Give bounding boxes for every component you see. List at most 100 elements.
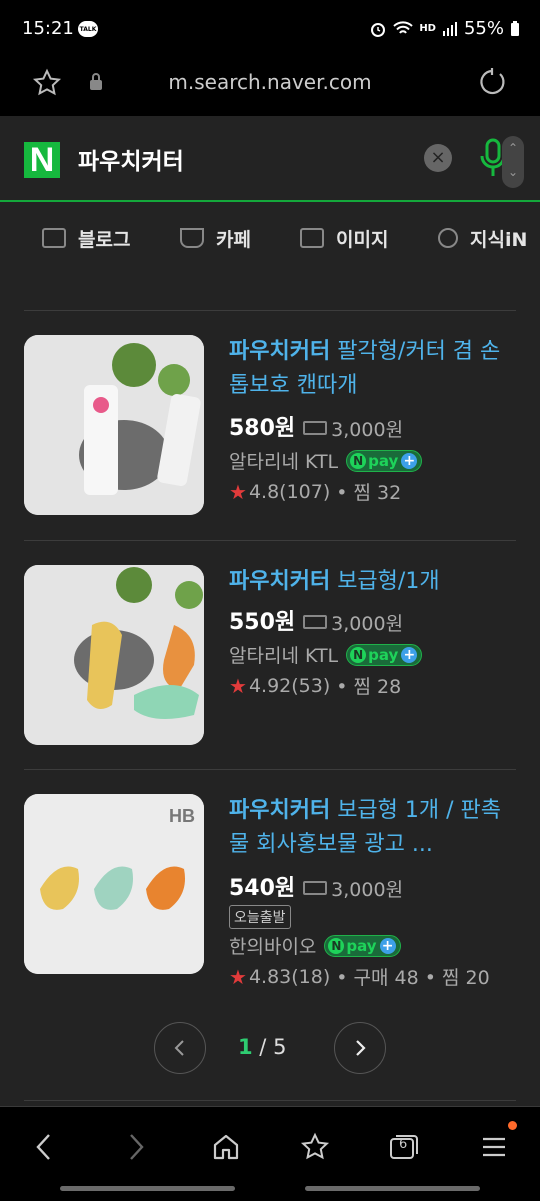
- product-stats: • 구매 48 • 찜 20: [336, 967, 490, 989]
- product-title[interactable]: 파우치커터 보급형/1개: [229, 565, 519, 599]
- product-image: HB: [24, 794, 204, 974]
- blog-icon: [42, 228, 66, 248]
- truck-icon: [303, 615, 328, 629]
- tab-cafe[interactable]: 카페: [180, 214, 251, 262]
- star-icon: ★: [229, 964, 247, 989]
- product-title[interactable]: 파우치커터 보급형 1개 / 판촉물 회사홍보물 광고 ...: [229, 794, 519, 862]
- kakaotalk-notification-icon: TALK: [78, 21, 98, 37]
- shipping-fee: 3,000원: [303, 609, 403, 636]
- product-price: 540원: [229, 876, 296, 901]
- seller-name[interactable]: 알타리네 KTL: [229, 447, 338, 474]
- cafe-icon: [180, 228, 204, 248]
- review-count: (53): [291, 674, 331, 697]
- tab-knowledge-label: 지식iN: [470, 228, 528, 251]
- seller-row: 알타리네 KTL Npay +: [229, 641, 423, 668]
- pager-current: 1: [238, 1035, 253, 1059]
- product-image: [24, 335, 204, 515]
- rating-row: ★ 4.8 (107) • 찜 32: [229, 478, 401, 505]
- url-text[interactable]: m.search.naver.com: [0, 70, 540, 94]
- back-arrow-icon: [36, 1134, 50, 1160]
- knowledge-search-icon: [438, 228, 458, 248]
- tab-blog[interactable]: 블로그: [42, 214, 130, 262]
- tabs-count: 6: [399, 1137, 408, 1152]
- tab-knowledge[interactable]: 지식iN: [438, 214, 527, 262]
- divider: [24, 769, 516, 770]
- system-gesture-handle[interactable]: [305, 1186, 480, 1191]
- search-category-tabs: 블로그 카페 이미지 지식iN: [0, 214, 540, 262]
- alarm-icon: [371, 22, 386, 37]
- divider: [24, 1100, 516, 1101]
- star-icon: ★: [229, 479, 247, 504]
- star-icon: ★: [229, 673, 247, 698]
- bookmark-star-icon: [300, 1132, 330, 1160]
- rating-row: ★ 4.92 (53) • 찜 28: [229, 672, 401, 699]
- shipping-fee: 3,000원: [303, 415, 403, 442]
- home-button[interactable]: [206, 1127, 246, 1167]
- battery-icon: [511, 20, 519, 36]
- tab-image-label: 이미지: [336, 228, 389, 251]
- review-count: (18): [291, 965, 331, 988]
- product-price-row: 550원 3,000원: [229, 604, 403, 636]
- seller-row: 한의바이오 Npay +: [229, 932, 401, 959]
- scroll-handle[interactable]: ⌃ ⌄: [502, 136, 524, 188]
- divider: [24, 540, 516, 541]
- rating-value: 4.83: [248, 965, 292, 988]
- pager-prev-button[interactable]: [154, 1022, 206, 1074]
- status-time: 15:21: [22, 18, 74, 39]
- clear-search-button[interactable]: ×: [424, 144, 452, 172]
- tabs-button[interactable]: 6: [384, 1127, 424, 1167]
- image-icon: [300, 228, 324, 248]
- seller-name[interactable]: 한의바이오: [229, 932, 316, 959]
- menu-button[interactable]: [474, 1121, 517, 1167]
- forward-button[interactable]: [116, 1127, 156, 1167]
- npay-badge: Npay +: [324, 934, 401, 957]
- thumbnail-brand-text: HB: [169, 806, 195, 826]
- product-thumbnail[interactable]: [24, 335, 204, 515]
- product-stats: • 찜 32: [336, 482, 402, 504]
- back-button[interactable]: [24, 1127, 64, 1167]
- product-title[interactable]: 파우치커터 팔각형/커터 겸 손톱보호 캔따개: [229, 335, 519, 403]
- product-thumbnail[interactable]: HB: [24, 794, 204, 974]
- product-price: 550원: [229, 610, 296, 635]
- search-input[interactable]: 파우치커터: [78, 142, 184, 176]
- shipping-fee: 3,000원: [303, 875, 403, 902]
- tab-cafe-label: 카페: [216, 228, 251, 251]
- review-count: (107): [279, 480, 331, 503]
- browser-url-bar: m.search.naver.com: [0, 60, 540, 116]
- tab-blog-label: 블로그: [78, 228, 131, 251]
- hamburger-menu-icon: [483, 1137, 505, 1157]
- notification-dot: [508, 1121, 517, 1130]
- hd-voice-icon: HD: [419, 23, 436, 34]
- product-thumbnail[interactable]: [24, 565, 204, 745]
- product-image: [24, 565, 204, 745]
- divider: [24, 310, 516, 311]
- product-price-row: 540원 3,000원: [229, 870, 403, 902]
- pager-next-button[interactable]: [334, 1022, 386, 1074]
- search-header: N 파우치커터 × ⌃ ⌄: [0, 116, 540, 202]
- wifi-icon: [393, 20, 414, 34]
- battery-percent: 55%: [463, 18, 504, 39]
- forward-arrow-icon: [130, 1134, 144, 1160]
- rating-row: ★ 4.83 (18) • 구매 48 • 찜 20: [229, 963, 490, 990]
- reload-icon[interactable]: [478, 67, 508, 97]
- naver-logo[interactable]: N: [24, 142, 60, 178]
- npay-badge: Npay +: [346, 643, 423, 666]
- product-price: 580원: [229, 416, 296, 441]
- chevron-left-icon: [174, 1040, 184, 1056]
- chevron-right-icon: [356, 1040, 366, 1056]
- seller-row: 알타리네 KTL Npay +: [229, 447, 423, 474]
- pager-status: 1 / 5: [238, 1035, 287, 1059]
- pager-total: 5: [273, 1035, 287, 1059]
- seller-name[interactable]: 알타리네 KTL: [229, 641, 338, 668]
- npay-badge: Npay +: [346, 449, 423, 472]
- signal-icon: [442, 21, 457, 36]
- home-icon: [213, 1134, 239, 1160]
- tab-image[interactable]: 이미지: [300, 214, 388, 262]
- bookmarks-button[interactable]: [295, 1127, 335, 1167]
- system-gesture-handle[interactable]: [60, 1186, 235, 1191]
- rating-value: 4.8: [248, 480, 280, 503]
- truck-icon: [303, 421, 328, 435]
- status-icons: HD 55%: [369, 18, 520, 39]
- rating-value: 4.92: [248, 674, 292, 697]
- product-price-row: 580원 3,000원: [229, 410, 403, 442]
